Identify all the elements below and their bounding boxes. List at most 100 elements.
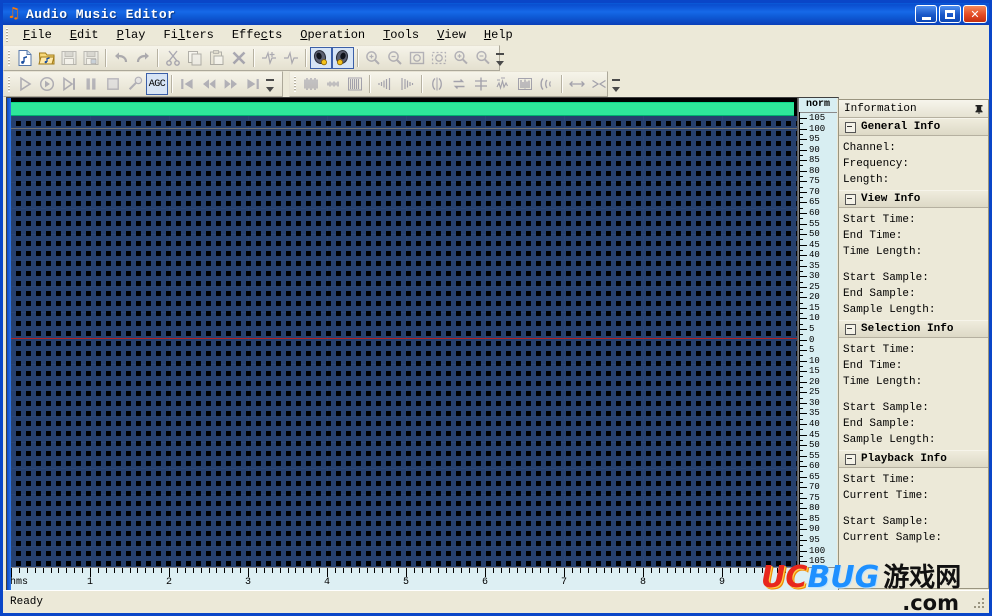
time-tick-minor bbox=[137, 568, 138, 573]
time-tick-minor bbox=[683, 568, 684, 573]
stretch-icon[interactable] bbox=[566, 73, 588, 95]
normalize-icon[interactable] bbox=[344, 73, 366, 95]
ruler-label: 95 bbox=[809, 134, 820, 144]
maximize-button[interactable] bbox=[939, 5, 961, 23]
grid-vline bbox=[722, 116, 723, 567]
paste-icon[interactable] bbox=[206, 47, 228, 69]
save-icon[interactable] bbox=[58, 47, 80, 69]
pin-icon[interactable] bbox=[973, 103, 985, 115]
menu-item-view[interactable]: View bbox=[428, 26, 475, 44]
menu-item-operation[interactable]: Operation bbox=[291, 26, 374, 44]
zoom-vert-out-icon[interactable] bbox=[472, 47, 494, 69]
play-loop-icon[interactable] bbox=[36, 73, 58, 95]
channel-separator bbox=[11, 128, 797, 129]
collapse-icon[interactable] bbox=[845, 193, 856, 205]
info-section-header[interactable]: General Info bbox=[839, 118, 988, 136]
ruler-tick-minor bbox=[799, 408, 803, 409]
time-tick-minor bbox=[374, 568, 375, 573]
go-end-icon[interactable] bbox=[242, 73, 264, 95]
stop-icon[interactable] bbox=[102, 73, 124, 95]
info-section-header[interactable]: View Info bbox=[839, 190, 988, 208]
rewind-icon[interactable] bbox=[198, 73, 220, 95]
undo-icon[interactable] bbox=[110, 47, 132, 69]
toolbar-gripper[interactable] bbox=[6, 48, 12, 68]
ruler-label: 80 bbox=[809, 503, 820, 513]
delete-icon[interactable] bbox=[228, 47, 250, 69]
redo-icon[interactable] bbox=[132, 47, 154, 69]
left-channel-icon[interactable] bbox=[310, 47, 332, 69]
agc-button[interactable]: AGC bbox=[146, 73, 168, 95]
collapse-icon[interactable] bbox=[845, 121, 856, 133]
echo-icon[interactable] bbox=[536, 73, 558, 95]
record-icon[interactable] bbox=[124, 73, 146, 95]
amplify-icon[interactable] bbox=[300, 73, 322, 95]
minimize-button[interactable] bbox=[915, 5, 937, 23]
standard-toolbar-overflow-button[interactable] bbox=[494, 47, 506, 69]
ruler-tick-major bbox=[799, 255, 807, 256]
ruler-tick-minor bbox=[799, 292, 803, 293]
zoom-vert-in-icon[interactable] bbox=[450, 47, 472, 69]
invert-icon[interactable] bbox=[426, 73, 448, 95]
menu-item-effects[interactable]: Effects bbox=[223, 26, 291, 44]
shrink-icon[interactable] bbox=[588, 73, 610, 95]
transport-toolbar-overflow-button[interactable] bbox=[264, 73, 276, 95]
insert-icon[interactable] bbox=[280, 47, 302, 69]
collapse-icon[interactable] bbox=[845, 453, 856, 465]
save-as-icon[interactable] bbox=[80, 47, 102, 69]
equalizer-icon[interactable] bbox=[514, 73, 536, 95]
zoom-out-icon[interactable] bbox=[384, 47, 406, 69]
ruler-tick-major bbox=[799, 371, 807, 372]
info-section-header[interactable]: Selection Info bbox=[839, 320, 988, 338]
ruler-tick-major bbox=[799, 287, 807, 288]
open-file-icon[interactable] bbox=[36, 47, 58, 69]
fade-out-icon[interactable] bbox=[396, 73, 418, 95]
cut-icon[interactable] bbox=[162, 47, 184, 69]
right-channel-icon[interactable] bbox=[332, 47, 354, 69]
info-row-label: Start Sample: bbox=[843, 516, 929, 528]
menu-item-play[interactable]: Play bbox=[108, 26, 155, 44]
play-to-end-icon[interactable] bbox=[58, 73, 80, 95]
zoom-in-icon[interactable] bbox=[362, 47, 384, 69]
time-ruler[interactable]: hms 1 2 3 4 5 6 7 8 9 bbox=[7, 567, 838, 590]
vertical-ruler-unit-label: norm bbox=[799, 98, 837, 113]
waveform-canvas[interactable] bbox=[7, 98, 798, 567]
dc-offset-icon[interactable] bbox=[470, 73, 492, 95]
time-tick-minor bbox=[264, 568, 265, 573]
menu-item-help[interactable]: Help bbox=[475, 26, 522, 44]
pause-icon[interactable] bbox=[80, 73, 102, 95]
copy-icon[interactable] bbox=[184, 47, 206, 69]
toolbar-gripper[interactable] bbox=[292, 74, 298, 94]
mix-paste-icon[interactable] bbox=[258, 47, 280, 69]
vertical-amplitude-ruler[interactable]: norm 105 100 95 90 85 80 75 70 65 60 55 50 45 40 35 30 2… bbox=[798, 98, 837, 567]
toolbar-separator bbox=[171, 75, 173, 93]
time-tick-minor bbox=[793, 568, 794, 573]
ruler-label: 60 bbox=[809, 461, 820, 471]
zoom-full-icon[interactable] bbox=[406, 47, 428, 69]
zoom-selection-icon[interactable] bbox=[428, 47, 450, 69]
menu-item-tools[interactable]: Tools bbox=[374, 26, 428, 44]
play-icon[interactable] bbox=[14, 73, 36, 95]
go-start-icon[interactable] bbox=[176, 73, 198, 95]
forward-icon[interactable] bbox=[220, 73, 242, 95]
toolbar-gripper[interactable] bbox=[6, 74, 12, 94]
reverse-icon[interactable] bbox=[448, 73, 470, 95]
collapse-icon[interactable] bbox=[845, 323, 856, 335]
resize-grip[interactable] bbox=[973, 597, 987, 611]
time-tick-major bbox=[722, 568, 723, 577]
noise-reduce-icon[interactable] bbox=[492, 73, 514, 95]
menu-item-file[interactable]: FFileile bbox=[14, 26, 61, 44]
ruler-label: 0 bbox=[809, 335, 815, 345]
menubar-gripper[interactable] bbox=[5, 27, 11, 43]
attenuate-icon[interactable] bbox=[322, 73, 344, 95]
level-meter-bar bbox=[11, 102, 794, 116]
info-section-header[interactable]: Playback Info bbox=[839, 450, 988, 468]
fade-in-icon[interactable] bbox=[374, 73, 396, 95]
ruler-label: 20 bbox=[809, 292, 820, 302]
new-file-icon[interactable] bbox=[14, 47, 36, 69]
close-button[interactable]: ✕ bbox=[963, 5, 987, 23]
time-tick-minor bbox=[619, 568, 620, 573]
menu-item-edit[interactable]: Edit bbox=[61, 26, 108, 44]
menu-item-filters[interactable]: Filters bbox=[154, 26, 222, 44]
waveform-view[interactable]: norm 105 100 95 90 85 80 75 70 65 60 55 50 45 40 35 30 2… bbox=[6, 97, 839, 591]
operations-toolbar-overflow-button[interactable] bbox=[610, 73, 622, 95]
